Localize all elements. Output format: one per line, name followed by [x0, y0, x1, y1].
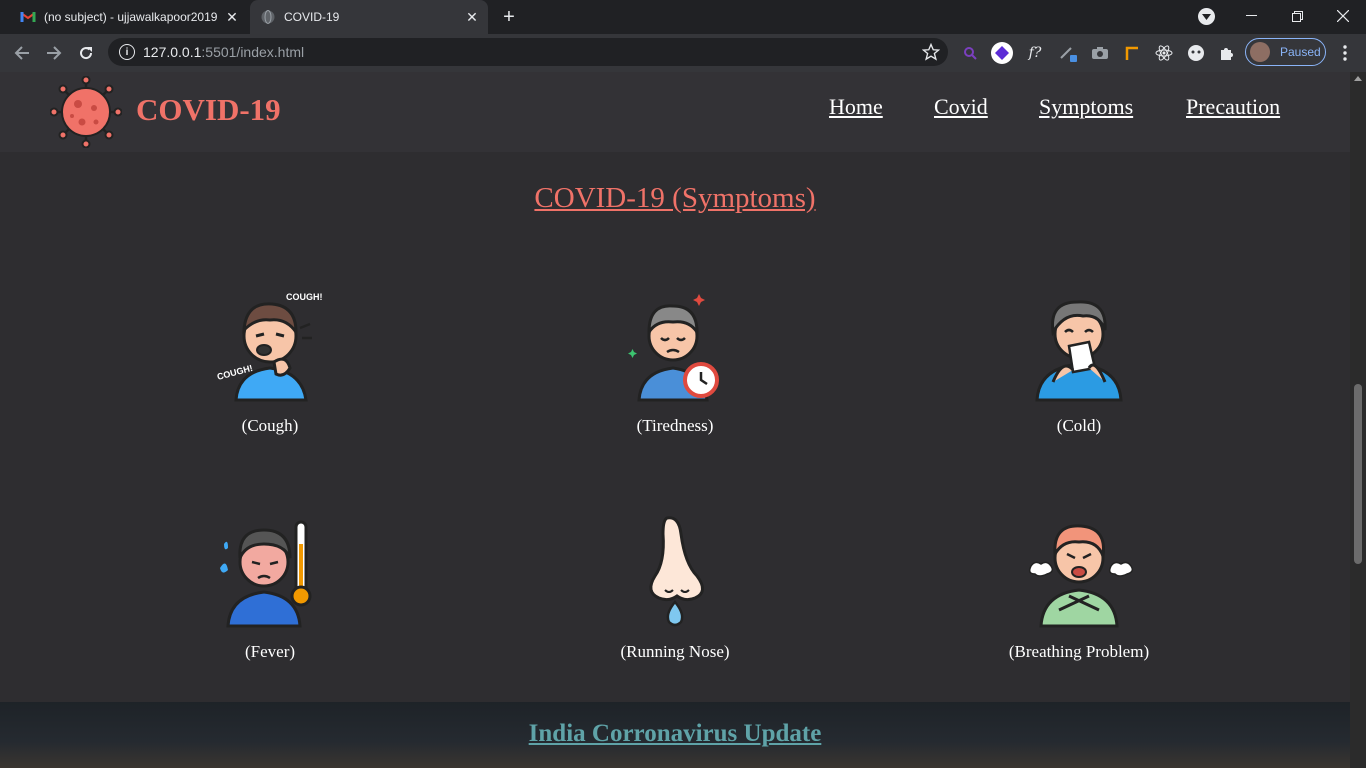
nav-covid[interactable]: Covid — [934, 94, 988, 120]
symptom-breathing-problem: (Breathing Problem) — [929, 514, 1229, 662]
page-viewport: COVID-19 Home Covid Symptoms Precaution … — [0, 72, 1350, 768]
symptom-label: (Fever) — [244, 642, 296, 661]
nav-symptoms[interactable]: Symptoms — [1039, 94, 1133, 120]
fever-thermometer-icon — [220, 520, 312, 628]
face-extension-icon[interactable] — [1184, 41, 1208, 65]
symptom-fever: (Fever) — [120, 514, 420, 662]
profile-button[interactable]: Paused — [1245, 38, 1326, 66]
close-icon[interactable]: ✕ — [462, 7, 482, 27]
svg-text:COUGH!: COUGH! — [286, 292, 323, 302]
symptom-running-nose: (Running Nose) — [525, 514, 825, 662]
nav-home[interactable]: Home — [829, 94, 883, 120]
section-title: COVID-19 (Symptoms) — [0, 182, 1350, 215]
react-extension-icon[interactable] — [1152, 41, 1176, 65]
tab-covid[interactable]: COVID-19 ✕ — [250, 0, 488, 34]
function-extension-icon[interactable]: f? — [1023, 41, 1047, 65]
tab-gmail[interactable]: (no subject) - ujjawalkapoor2019 ✕ — [8, 0, 248, 34]
diamond-extension-icon[interactable] — [990, 41, 1014, 65]
nav-precaution[interactable]: Precaution — [1186, 94, 1280, 120]
minimize-button[interactable] — [1228, 0, 1274, 32]
tab-search-icon[interactable] — [1198, 8, 1215, 25]
symptom-cold: (Cold) — [929, 288, 1229, 436]
tired-person-icon — [628, 294, 719, 402]
scroll-up-arrow-icon[interactable] — [1354, 76, 1362, 81]
page-scrollbar[interactable] — [1350, 72, 1366, 768]
avatar — [1250, 42, 1270, 62]
sneezing-person-icon — [1035, 300, 1123, 402]
restore-button[interactable] — [1274, 0, 1320, 32]
menu-dots-icon[interactable] — [1333, 41, 1357, 65]
update-title-link[interactable]: India Corronavirus Update — [529, 720, 822, 747]
tab-strip: (no subject) - ujjawalkapoor2019 ✕ COVID… — [0, 0, 1366, 34]
symptom-label: (Cold) — [1056, 416, 1102, 435]
update-section: India Corronavirus Update — [0, 702, 1350, 768]
tab-title: (no subject) - ujjawalkapoor2019 — [44, 10, 218, 24]
symptom-label: (Running Nose) — [620, 642, 730, 661]
symptom-tiredness: (Tiredness) — [525, 288, 825, 436]
browser-toolbar: i 127.0.0.1:5501/index.html f? Paused — [0, 34, 1366, 72]
bookmark-star-icon[interactable] — [921, 42, 941, 66]
camera-extension-icon[interactable] — [1088, 41, 1112, 65]
update-title: India Corronavirus Update — [0, 720, 1350, 748]
tab-title: COVID-19 — [284, 10, 340, 24]
cough-person-icon: COUGH! COUGH! — [216, 292, 323, 402]
section-title-text[interactable]: COVID-19 (Symptoms) — [534, 182, 815, 214]
puzzle-extensions-icon[interactable] — [1215, 41, 1239, 65]
close-window-button[interactable] — [1320, 0, 1366, 32]
new-tab-button[interactable]: + — [498, 7, 520, 29]
close-icon[interactable]: ✕ — [222, 7, 242, 27]
scroll-thumb[interactable] — [1354, 384, 1362, 564]
runny-nose-icon — [649, 516, 704, 627]
symptom-label: (Tiredness) — [636, 416, 714, 435]
url-text: 127.0.0.1:5501/index.html — [143, 44, 304, 60]
back-arrow-icon[interactable] — [10, 41, 34, 65]
profile-status: Paused — [1280, 45, 1321, 59]
address-bar[interactable]: i 127.0.0.1:5501/index.html — [108, 38, 948, 66]
reload-icon[interactable] — [74, 41, 98, 65]
url-path: :5501/index.html — [201, 44, 305, 60]
brand-title[interactable]: COVID-19 — [136, 92, 281, 128]
url-host: 127.0.0.1 — [143, 44, 202, 60]
symptom-label: (Breathing Problem) — [1008, 642, 1150, 661]
virus-logo-icon[interactable] — [49, 75, 123, 149]
globe-icon — [260, 9, 276, 25]
site-header: COVID-19 Home Covid Symptoms Precaution — [0, 72, 1350, 152]
search-extension-icon[interactable] — [958, 41, 982, 65]
gmail-icon — [20, 9, 36, 25]
info-icon[interactable]: i — [119, 44, 135, 60]
symptom-cough: COUGH! COUGH! (Cough) — [120, 288, 420, 436]
symptom-label: (Cough) — [241, 416, 299, 435]
forward-arrow-icon[interactable] — [42, 41, 66, 65]
breathing-problem-icon — [1028, 524, 1134, 628]
pen-extension-icon[interactable] — [1056, 41, 1080, 65]
ruler-extension-icon[interactable] — [1120, 41, 1144, 65]
